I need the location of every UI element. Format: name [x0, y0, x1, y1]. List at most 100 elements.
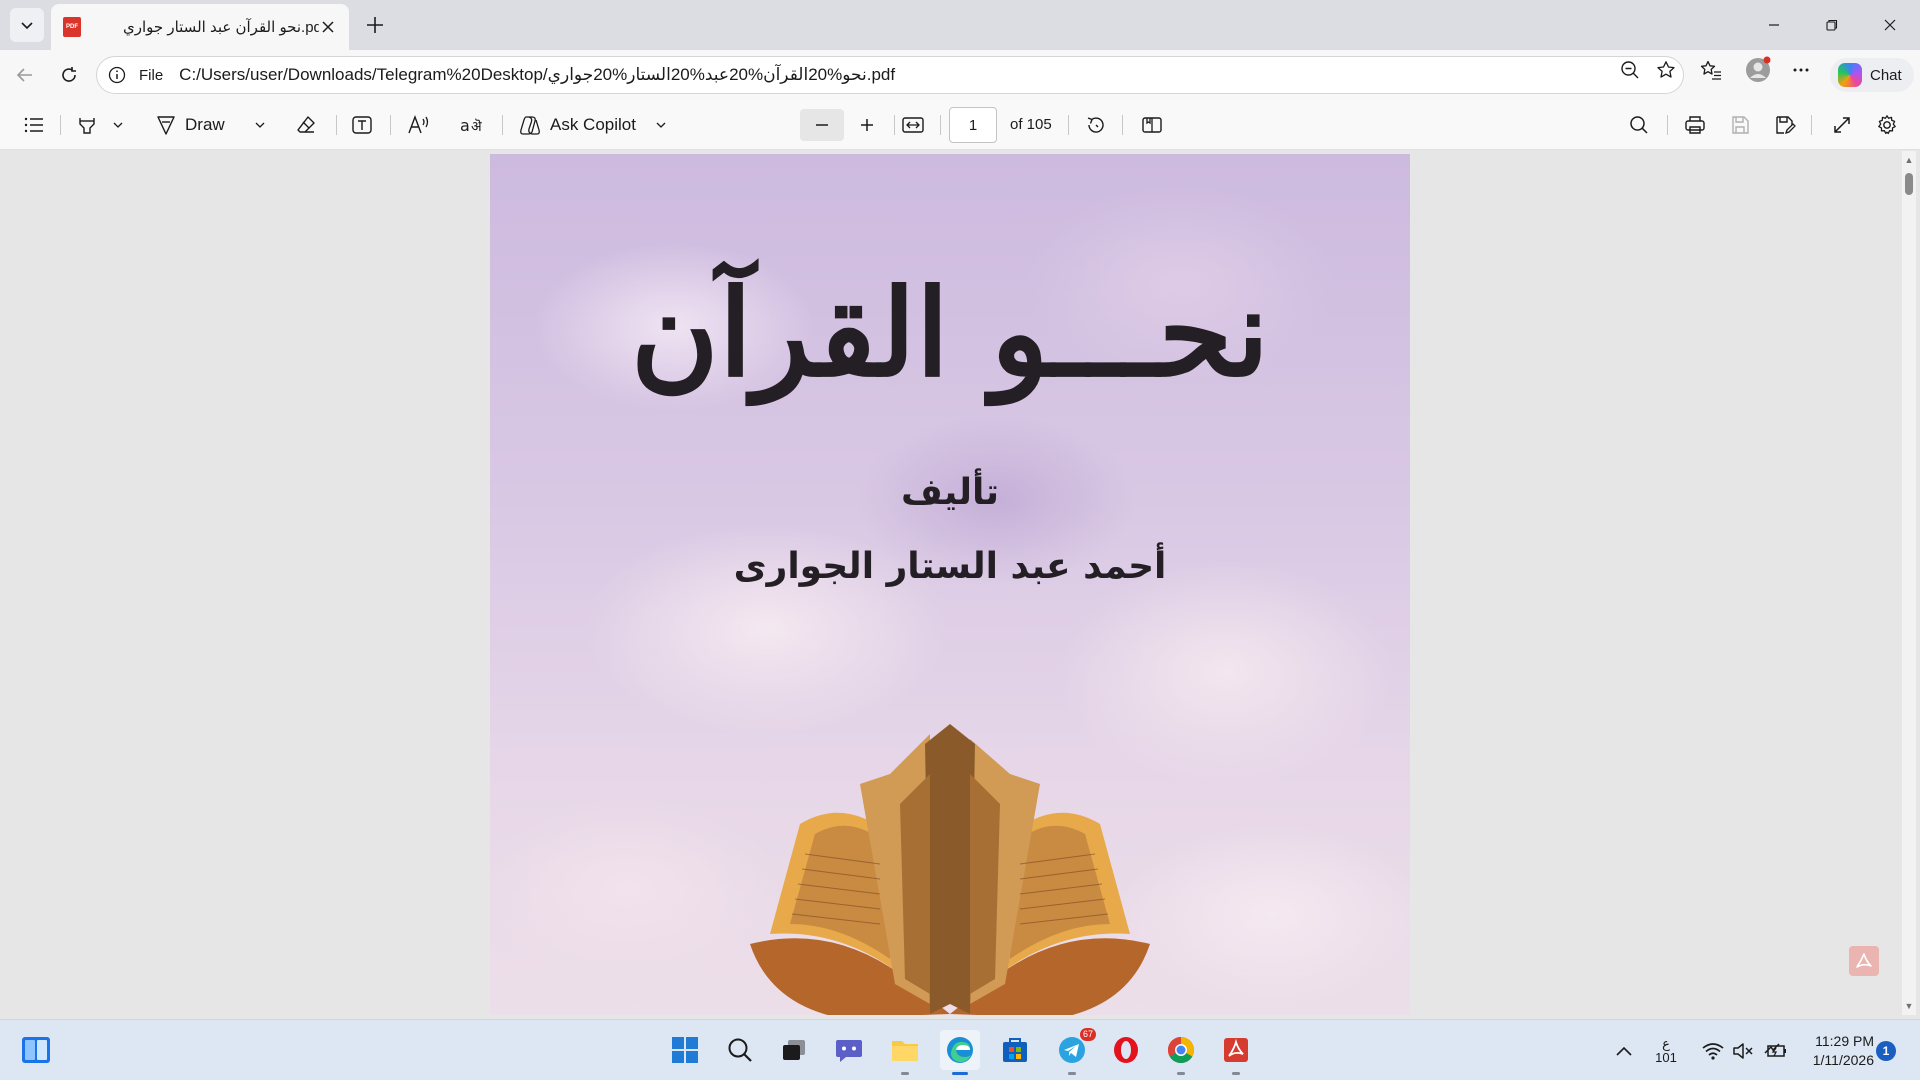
chevron-down-icon	[656, 122, 666, 128]
edge-browser-button[interactable]	[940, 1030, 980, 1075]
telegram-button[interactable]: 67	[1052, 1028, 1096, 1075]
avatar-icon	[1746, 56, 1771, 82]
chrome-button[interactable]	[1161, 1030, 1201, 1075]
erase-button[interactable]	[290, 109, 322, 141]
address-bar[interactable]: File C:/Users/user/Downloads/Telegram%20…	[96, 56, 1684, 94]
input-language-code: 101	[1655, 1050, 1677, 1065]
chat-bubble-icon	[836, 1040, 862, 1062]
gear-icon	[1878, 115, 1896, 135]
pdf-viewer-area[interactable]: نحـــو القرآن تأليف أحمد عبد الستار الجو…	[4, 151, 1902, 1015]
eraser-icon	[297, 116, 315, 133]
draw-button[interactable]: Draw	[155, 109, 245, 141]
acrobat-button[interactable]	[1849, 946, 1879, 976]
site-info-icon[interactable]	[107, 65, 127, 85]
contents-button[interactable]	[18, 109, 50, 141]
tab-title: نحو القرآن عبد الستار جواري.pdf	[123, 19, 319, 36]
new-tab-button[interactable]	[360, 10, 390, 40]
widgets-button[interactable]	[16, 1030, 56, 1070]
scroll-down-arrow-icon[interactable]: ▼	[1904, 1001, 1914, 1011]
pdf-settings-button[interactable]	[1871, 109, 1903, 141]
draw-options-button[interactable]	[250, 109, 270, 141]
save-as-button[interactable]	[1769, 109, 1801, 141]
plus-icon	[367, 17, 383, 33]
tab-actions-menu-button[interactable]	[10, 8, 44, 42]
tab-strip: PDF نحو القرآن عبد الستار جواري.pdf	[0, 0, 1920, 50]
favorites-button[interactable]	[1700, 59, 1722, 81]
url-text[interactable]: C:/Users/user/Downloads/Telegram%20Deskt…	[179, 65, 895, 85]
refresh-button[interactable]	[52, 58, 86, 92]
task-view-button[interactable]	[774, 1030, 814, 1070]
copilot-icon	[1838, 63, 1862, 87]
fit-to-width-button[interactable]	[897, 109, 929, 141]
ask-copilot-options-button[interactable]	[651, 109, 671, 141]
pdf-page-1[interactable]: نحـــو القرآن تأليف أحمد عبد الستار الجو…	[490, 154, 1410, 1015]
running-indicator	[1232, 1072, 1240, 1075]
read-aloud-icon	[408, 115, 429, 134]
vertical-scrollbar[interactable]: ▲ ▼	[1902, 151, 1916, 1015]
opera-button[interactable]	[1106, 1030, 1146, 1070]
battery-status-button[interactable]	[1762, 1036, 1792, 1066]
restore-button[interactable]	[1803, 0, 1861, 50]
tab-close-button[interactable]	[319, 18, 337, 36]
draw-label: Draw	[185, 115, 225, 134]
file-explorer-button[interactable]	[885, 1030, 925, 1075]
chevron-down-icon	[21, 22, 33, 30]
save-button[interactable]	[1724, 109, 1756, 141]
read-aloud-button[interactable]	[402, 109, 436, 141]
translate-button[interactable]: aऄ	[456, 109, 490, 141]
rotate-button[interactable]	[1080, 109, 1112, 141]
add-favorite-button[interactable]	[1655, 59, 1677, 81]
scrollbar-thumb[interactable]	[1905, 173, 1913, 195]
text-box-icon	[352, 116, 372, 134]
start-button[interactable]	[665, 1030, 705, 1070]
profile-button[interactable]	[1744, 56, 1772, 84]
copilot-chat-button[interactable]: Chat	[1830, 58, 1914, 92]
full-screen-button[interactable]	[1826, 109, 1858, 141]
refresh-icon	[62, 67, 76, 82]
toolbar-divider	[1122, 115, 1123, 135]
notification-count-badge[interactable]: 1	[1876, 1041, 1896, 1061]
microsoft-store-button[interactable]	[995, 1030, 1035, 1070]
volume-status-button[interactable]	[1730, 1036, 1756, 1066]
list-icon	[24, 117, 43, 133]
system-clock[interactable]: 11:29 PM 1/11/2026	[1798, 1032, 1874, 1070]
settings-more-button[interactable]	[1790, 59, 1812, 81]
favorites-icon	[1700, 60, 1721, 80]
search-taskbar-button[interactable]	[720, 1030, 760, 1070]
chevron-up-icon	[1616, 1046, 1632, 1056]
highlight-button[interactable]	[72, 109, 102, 141]
toolbar-divider	[502, 115, 503, 135]
highlight-options-button[interactable]	[108, 109, 128, 141]
battery-charging-icon	[1764, 1043, 1786, 1057]
telegram-unread-badge: 67	[1079, 1028, 1096, 1041]
svg-text:ऄ: ऄ	[471, 118, 482, 135]
acrobat-icon	[1856, 953, 1872, 968]
show-hidden-icons-button[interactable]	[1612, 1036, 1636, 1066]
page-number-input[interactable]: 1	[949, 107, 997, 143]
ask-copilot-button[interactable]: Ask Copilot	[518, 109, 668, 141]
star-icon	[1657, 61, 1675, 78]
input-language-indicator[interactable]: ع 101	[1652, 1032, 1680, 1070]
toolbar-divider	[1667, 115, 1668, 135]
close-window-button[interactable]	[1861, 0, 1919, 50]
tab-active[interactable]: PDF نحو القرآن عبد الستار جواري.pdf	[51, 4, 349, 50]
zoom-in-button[interactable]	[850, 109, 884, 141]
widgets-icon	[22, 1037, 50, 1063]
print-icon	[1685, 116, 1705, 134]
folder-icon	[892, 1041, 918, 1061]
back-button[interactable]	[8, 58, 42, 92]
zoom-out-button[interactable]	[800, 109, 844, 141]
page-view-button[interactable]	[1136, 109, 1168, 141]
clock-time: 11:29 PM	[1815, 1033, 1874, 1049]
pdf-reader-button[interactable]	[1216, 1030, 1256, 1075]
minimize-button[interactable]	[1745, 0, 1803, 50]
search-button[interactable]	[1623, 109, 1655, 141]
add-text-button[interactable]	[346, 109, 378, 141]
zoom-indicator-button[interactable]	[1619, 59, 1641, 81]
opera-icon	[1114, 1037, 1138, 1063]
wifi-status-button[interactable]	[1700, 1036, 1726, 1066]
print-button[interactable]	[1679, 109, 1711, 141]
running-indicator	[1068, 1072, 1076, 1075]
scroll-up-arrow-icon[interactable]: ▲	[1904, 155, 1914, 165]
chat-app-button[interactable]	[829, 1030, 869, 1070]
